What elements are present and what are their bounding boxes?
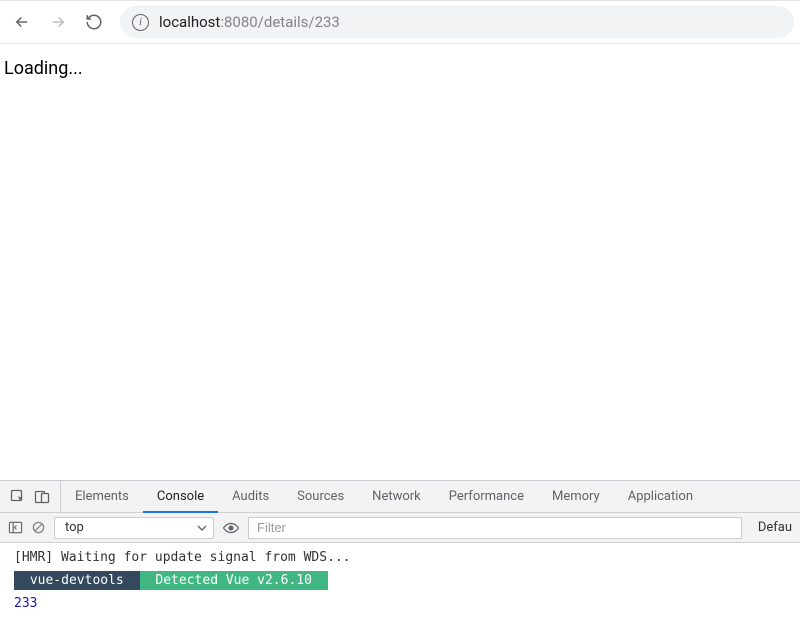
back-button[interactable] — [6, 6, 38, 38]
console-line: vue-devtools Detected Vue v2.6.10 — [0, 568, 800, 593]
loading-text: Loading... — [4, 58, 83, 79]
tab-audits[interactable]: Audits — [218, 481, 283, 512]
filter-input[interactable] — [248, 517, 742, 539]
context-label: top — [65, 520, 84, 535]
tab-sources[interactable]: Sources — [283, 481, 358, 512]
tab-network[interactable]: Network — [358, 481, 435, 512]
tab-memory[interactable]: Memory — [538, 481, 614, 512]
tab-elements[interactable]: Elements — [61, 481, 143, 512]
console-sidebar-toggle-icon[interactable] — [8, 520, 23, 535]
tab-console[interactable]: Console — [143, 482, 218, 513]
device-toggle-icon[interactable] — [34, 489, 50, 505]
console-filterbar: top Defau — [0, 513, 800, 543]
page-content: Loading... — [0, 44, 800, 480]
address-bar[interactable]: i localhost:8080/details/233 — [120, 6, 794, 38]
live-expression-icon[interactable] — [222, 519, 240, 537]
reload-button[interactable] — [78, 6, 110, 38]
context-selector[interactable]: top — [54, 517, 214, 539]
devtools-left-icons — [0, 481, 61, 512]
clear-console-icon[interactable] — [31, 520, 46, 535]
chevron-down-icon — [197, 523, 207, 533]
log-text: [HMR] Waiting for update signal from WDS… — [14, 550, 351, 565]
devtools-tabbar: Elements Console Audits Sources Network … — [0, 481, 800, 513]
url-text: localhost:8080/details/233 — [159, 13, 340, 31]
tab-application[interactable]: Application — [614, 481, 707, 512]
log-number: 233 — [14, 596, 37, 611]
console-line: [HMR] Waiting for update signal from WDS… — [0, 547, 800, 568]
inspect-icon[interactable] — [10, 489, 26, 505]
browser-toolbar: i localhost:8080/details/233 — [0, 0, 800, 44]
tab-performance[interactable]: Performance — [435, 481, 538, 512]
log-badge-green: Detected Vue v2.6.10 — [140, 571, 328, 590]
url-host: localhost — [159, 13, 220, 31]
console-line: 233 — [0, 593, 800, 614]
console-output: [HMR] Waiting for update signal from WDS… — [0, 543, 800, 622]
log-badge-dark: vue-devtools — [14, 571, 140, 590]
site-info-icon[interactable]: i — [132, 14, 149, 31]
url-path: :8080/details/233 — [220, 13, 340, 31]
log-levels-label[interactable]: Defau — [750, 520, 792, 535]
forward-button[interactable] — [42, 6, 74, 38]
address-bar-wrap: i localhost:8080/details/233 — [120, 6, 794, 38]
devtools-panel: Elements Console Audits Sources Network … — [0, 480, 800, 622]
